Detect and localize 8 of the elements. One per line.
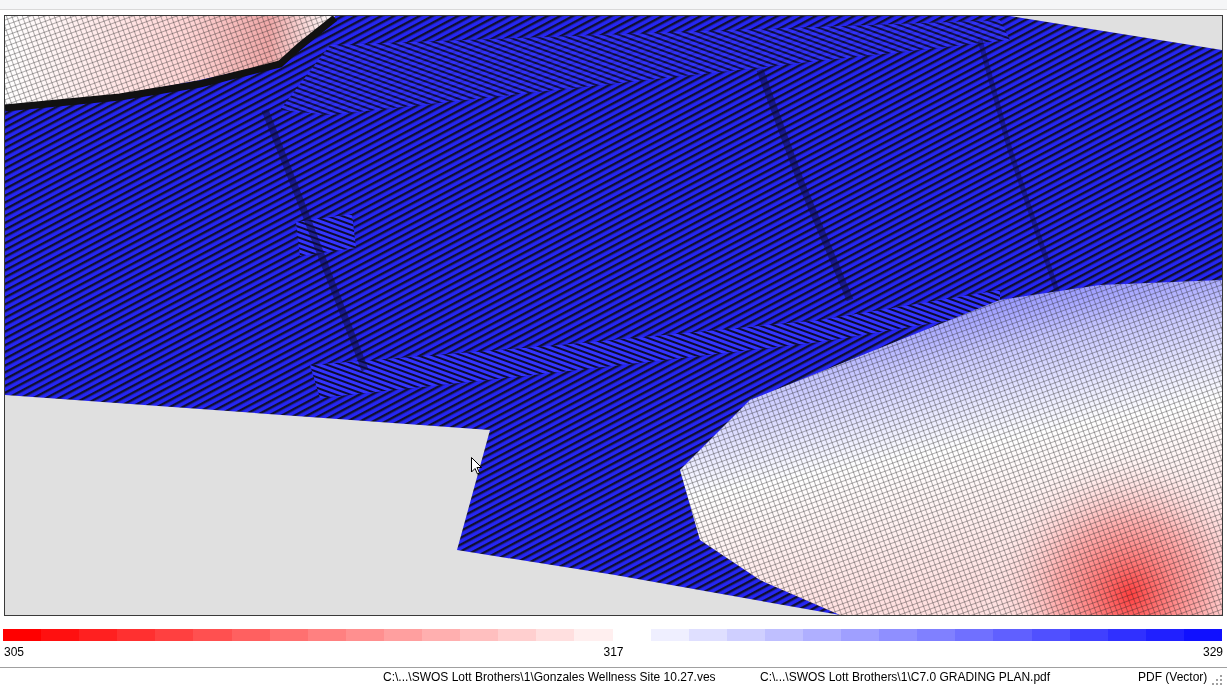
status-text: PDF (Vector) bbox=[1138, 669, 1209, 685]
status-text: C:\...\SWOS Lott Brothers\1\Gonzales Wellness Site 10.27.ves bbox=[383, 669, 717, 685]
scale-label: 317 bbox=[603, 645, 624, 660]
scale-label: 329 bbox=[1202, 645, 1223, 660]
cursor-icon bbox=[471, 457, 482, 475]
status-text: C:\...\SWOS Lott Brothers\1\C7.0 GRADING PLAN.pdf bbox=[760, 669, 1052, 685]
scale-label: 305 bbox=[4, 645, 25, 660]
size-grip-icon[interactable] bbox=[1210, 673, 1222, 685]
